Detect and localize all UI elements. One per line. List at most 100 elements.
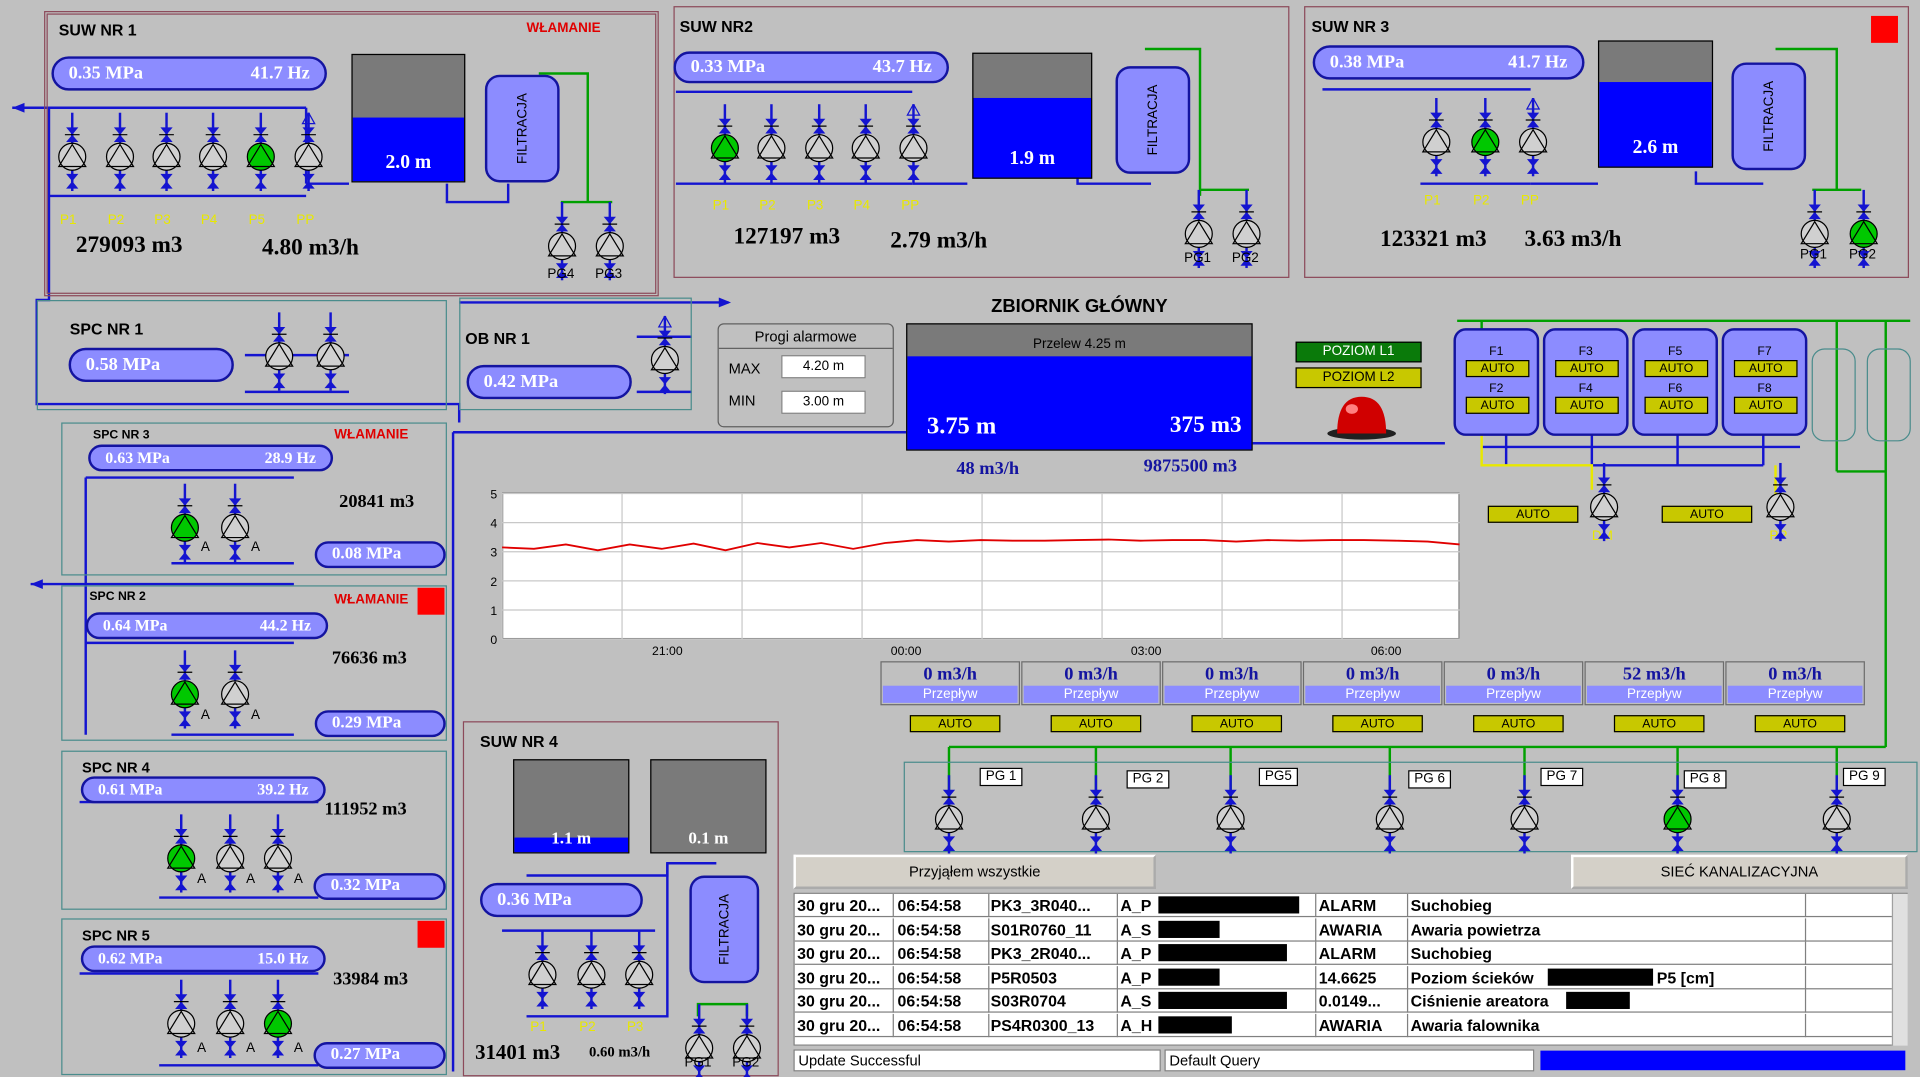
log-row[interactable]: 30 gru 20... 06:54:58 PK3_2R040... A_P ALARM… <box>794 941 1897 966</box>
suw4-tank-2[interactable]: 0.1 m <box>650 759 767 854</box>
spc5-pump-2[interactable] <box>211 979 250 1058</box>
pg-out-pump-6[interactable] <box>1658 775 1697 854</box>
suw2-filter[interactable]: FILTRACJA <box>1115 66 1191 174</box>
pg-out-pump-7[interactable] <box>1817 775 1856 854</box>
main-tank[interactable]: Przelew 4.25 m 3.75 m 375 m3 <box>906 323 1253 451</box>
filter-auto-badge[interactable]: AUTO <box>1644 360 1709 378</box>
acknowledge-all-button[interactable]: Przyjąłem wszystkie <box>793 854 1156 889</box>
threshold-max-input[interactable]: 4.20 m <box>781 355 866 379</box>
pg-out-pump-5[interactable] <box>1505 775 1544 854</box>
spc4-pump-1[interactable] <box>162 814 201 893</box>
spc4-out-pressure[interactable]: 0.32 MPa <box>313 873 446 901</box>
filter-auto-badge[interactable]: AUTO <box>1465 360 1530 378</box>
suw4-filter[interactable]: FILTRACJA <box>689 875 760 984</box>
filter-auto-badge[interactable]: AUTO <box>1555 396 1619 414</box>
pg-out-pump-1[interactable] <box>929 775 968 854</box>
level-l2-indicator[interactable]: POZIOM L2 <box>1295 367 1422 389</box>
suw1-pump-3[interactable] <box>147 112 186 192</box>
spc2-out-pressure[interactable]: 0.29 MPa <box>314 710 446 738</box>
filter-auto-badge[interactable]: AUTO <box>1555 360 1619 378</box>
filter-unit-1[interactable]: F1 AUTO F2 AUTO <box>1453 328 1540 436</box>
filter-unit-4[interactable]: F7 AUTO F8 AUTO <box>1721 328 1808 436</box>
flow-auto-badge[interactable]: AUTO <box>1754 715 1846 733</box>
spc1-pump-1[interactable] <box>260 312 299 391</box>
log-row[interactable]: 30 gru 20... 06:54:58 S01R0760_11 A_S AWARIA… <box>794 917 1897 942</box>
threshold-min-input[interactable]: 3.00 m <box>781 390 866 414</box>
spc4-pump-2[interactable] <box>211 814 250 893</box>
suw2-pressure-display[interactable]: 0.33 MPa 43.7 Hz <box>673 51 949 84</box>
log-row[interactable]: 30 gru 20... 06:54:58 S03R0704 A_S 0.0149...… <box>794 989 1897 1014</box>
ob1-pressure[interactable]: 0.42 MPa <box>466 364 632 400</box>
suw1-pump-4[interactable] <box>193 112 232 192</box>
spc2-pump-1[interactable] <box>165 650 204 729</box>
filter-unit-2[interactable]: F3 AUTO F4 AUTO <box>1542 328 1629 436</box>
flow-auto-badge[interactable]: AUTO <box>1613 715 1705 733</box>
filter-auto-badge[interactable]: AUTO <box>1465 396 1530 414</box>
filter-auto-badge[interactable]: AUTO <box>1644 396 1709 414</box>
spc5-pressure-display[interactable]: 0.62 MPa 15.0 Hz <box>80 945 326 973</box>
sewer-network-button[interactable]: SIEĆ KANALIZACYJNA <box>1571 854 1908 889</box>
filter-auto-badge[interactable]: AUTO <box>1733 396 1798 414</box>
suw1-pump-6[interactable] <box>289 111 328 192</box>
suw2-tank[interactable]: 1.9 m <box>972 52 1093 179</box>
spc5-alarm-indicator[interactable] <box>417 920 445 948</box>
pg-out-pump-3[interactable] <box>1211 775 1250 854</box>
suw3-tank[interactable]: 2.6 m <box>1597 40 1714 168</box>
suw3-pump-1[interactable] <box>1417 97 1456 177</box>
pp-pump[interactable] <box>1761 462 1800 542</box>
log-row[interactable]: 30 gru 20... 06:54:58 P5R0503 A_P 14.6625 Poz… <box>794 965 1897 990</box>
suw3-filter[interactable]: FILTRACJA <box>1731 62 1807 171</box>
suw3-pressure-display[interactable]: 0.38 MPa 41.7 Hz <box>1312 45 1585 80</box>
flow-auto-badge[interactable]: AUTO <box>909 715 1001 733</box>
spc2-pressure-display[interactable]: 0.64 MPa 44.2 Hz <box>85 612 329 640</box>
spc1-pressure[interactable]: 0.58 MPa <box>68 347 234 383</box>
suw4-pump-2[interactable] <box>572 930 611 1009</box>
flow-auto-badge[interactable]: AUTO <box>1191 715 1283 733</box>
spc3-pressure-display[interactable]: 0.63 MPa 28.9 Hz <box>88 444 334 472</box>
suw4-tank-1[interactable]: 1.1 m <box>513 759 630 854</box>
suw4-pump-3[interactable] <box>620 930 659 1009</box>
dm-pump[interactable] <box>1585 462 1624 542</box>
pp-auto[interactable]: AUTO <box>1661 505 1753 523</box>
suw1-tank[interactable]: 2.0 m <box>351 53 466 183</box>
spc5-out-pressure[interactable]: 0.27 MPa <box>313 1042 446 1069</box>
suw2-pump-3[interactable] <box>800 104 839 183</box>
suw3-pump-2[interactable] <box>1466 97 1505 177</box>
spc3-out-pressure[interactable]: 0.08 MPa <box>314 541 446 569</box>
suw4-pressure[interactable]: 0.36 MPa <box>480 882 643 918</box>
filter-auto-badge[interactable]: AUTO <box>1733 360 1798 378</box>
suw2-pump-1[interactable] <box>705 104 744 183</box>
spc5-pump-1[interactable] <box>162 979 201 1058</box>
spc3-pump-1[interactable] <box>165 483 204 563</box>
log-row[interactable]: 30 gru 20... 06:54:58 PK3_3R040... A_P ALARM… <box>794 893 1897 918</box>
ob1-pump-1[interactable] <box>645 314 684 395</box>
log-row[interactable]: 30 gru 20... 06:54:58 PS4R0300_13 A_H AWARIA… <box>794 1013 1897 1038</box>
flow-auto-badge[interactable]: AUTO <box>1332 715 1423 733</box>
suw2-pump-5[interactable] <box>894 102 933 183</box>
alarm-log-table[interactable]: 30 gru 20... 06:54:58 PK3_3R040... A_P ALARM… <box>793 892 1908 1046</box>
spc5-pump-3[interactable] <box>258 979 297 1058</box>
suw2-pump-2[interactable] <box>752 104 791 183</box>
suw1-pressure-display[interactable]: 0.35 MPa 41.7 Hz <box>51 56 327 91</box>
spc4-pump-3[interactable] <box>258 814 297 893</box>
suw2-pump-4[interactable] <box>846 104 885 183</box>
flow-auto-badge[interactable]: AUTO <box>1050 715 1142 733</box>
suw1-pump-5[interactable] <box>241 112 280 192</box>
suw1-filter[interactable]: FILTRACJA <box>484 74 560 183</box>
pg-out-pump-2[interactable] <box>1076 775 1115 854</box>
filter-unit-3[interactable]: F5 AUTO F6 AUTO <box>1632 328 1718 436</box>
log-scrollbar[interactable] <box>1891 893 1908 1046</box>
dm-auto[interactable]: AUTO <box>1487 505 1579 523</box>
suw4-pump-1[interactable] <box>523 930 562 1009</box>
spc3-pump-2[interactable] <box>216 483 255 563</box>
suw3-pump-3[interactable] <box>1513 96 1552 177</box>
pg-out-pump-4[interactable] <box>1370 775 1409 854</box>
spc2-pump-2[interactable] <box>216 650 255 729</box>
suw1-pump-2[interactable] <box>100 112 139 192</box>
flow-auto-badge[interactable]: AUTO <box>1473 715 1564 733</box>
level-l1-indicator[interactable]: POZIOM L1 <box>1295 341 1422 363</box>
suw3-alarm-indicator[interactable] <box>1871 15 1898 43</box>
spc2-alarm-indicator[interactable] <box>417 587 445 615</box>
spc4-pressure-display[interactable]: 0.61 MPa 39.2 Hz <box>80 776 326 804</box>
spc1-pump-2[interactable] <box>311 312 350 391</box>
